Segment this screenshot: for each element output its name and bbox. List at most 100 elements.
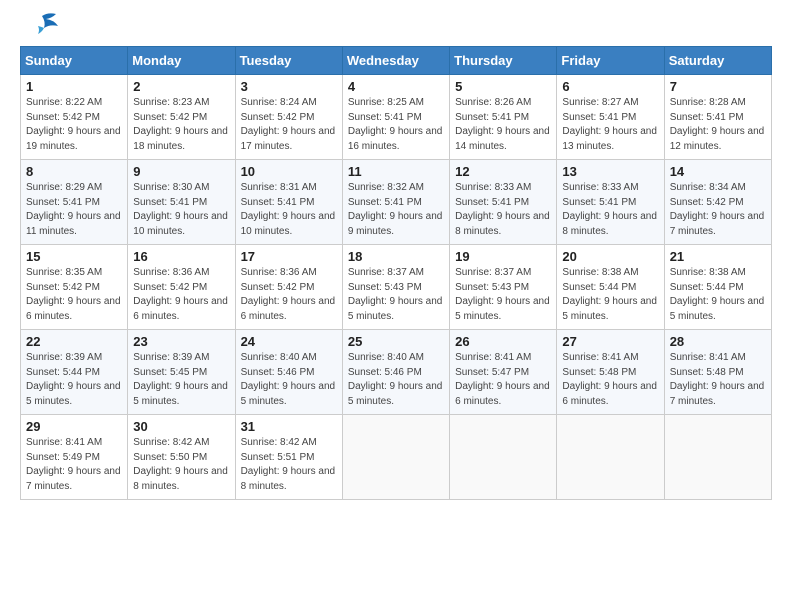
daylight-label: Daylight: 9 hours and 8 minutes. [133,466,228,492]
sunrise-label: Sunrise: 8:41 AM [455,352,531,363]
day-number: 27 [562,334,658,349]
sunset-label: Sunset: 5:42 PM [241,112,315,123]
calendar-empty-cell [557,415,664,500]
logo-bird-icon [24,12,60,40]
sunrise-label: Sunrise: 8:39 AM [133,352,209,363]
day-number: 15 [26,249,122,264]
day-info: Sunrise: 8:39 AM Sunset: 5:45 PM Dayligh… [133,351,229,409]
sunset-label: Sunset: 5:44 PM [562,282,636,293]
daylight-label: Daylight: 9 hours and 13 minutes. [562,126,657,152]
calendar-day-cell: 26 Sunrise: 8:41 AM Sunset: 5:47 PM Dayl… [450,330,557,415]
sunrise-label: Sunrise: 8:41 AM [562,352,638,363]
sunset-label: Sunset: 5:51 PM [241,452,315,463]
calendar-day-cell: 6 Sunrise: 8:27 AM Sunset: 5:41 PM Dayli… [557,75,664,160]
daylight-label: Daylight: 9 hours and 5 minutes. [670,296,765,322]
sunset-label: Sunset: 5:49 PM [26,452,100,463]
day-info: Sunrise: 8:41 AM Sunset: 5:48 PM Dayligh… [670,351,766,409]
sunrise-label: Sunrise: 8:34 AM [670,182,746,193]
day-number: 8 [26,164,122,179]
calendar-day-cell: 17 Sunrise: 8:36 AM Sunset: 5:42 PM Dayl… [235,245,342,330]
col-wednesday: Wednesday [342,47,449,75]
day-info: Sunrise: 8:28 AM Sunset: 5:41 PM Dayligh… [670,96,766,154]
calendar-day-cell: 16 Sunrise: 8:36 AM Sunset: 5:42 PM Dayl… [128,245,235,330]
sunrise-label: Sunrise: 8:25 AM [348,97,424,108]
day-info: Sunrise: 8:33 AM Sunset: 5:41 PM Dayligh… [562,181,658,239]
day-info: Sunrise: 8:42 AM Sunset: 5:51 PM Dayligh… [241,436,337,494]
sunrise-label: Sunrise: 8:22 AM [26,97,102,108]
daylight-label: Daylight: 9 hours and 6 minutes. [455,381,550,407]
sunset-label: Sunset: 5:42 PM [133,282,207,293]
sunrise-label: Sunrise: 8:33 AM [562,182,638,193]
sunset-label: Sunset: 5:48 PM [670,367,744,378]
calendar-week-row: 22 Sunrise: 8:39 AM Sunset: 5:44 PM Dayl… [21,330,772,415]
day-info: Sunrise: 8:33 AM Sunset: 5:41 PM Dayligh… [455,181,551,239]
day-info: Sunrise: 8:35 AM Sunset: 5:42 PM Dayligh… [26,266,122,324]
daylight-label: Daylight: 9 hours and 6 minutes. [133,296,228,322]
sunset-label: Sunset: 5:45 PM [133,367,207,378]
calendar-week-row: 8 Sunrise: 8:29 AM Sunset: 5:41 PM Dayli… [21,160,772,245]
calendar-header-row: Sunday Monday Tuesday Wednesday Thursday… [21,47,772,75]
day-info: Sunrise: 8:42 AM Sunset: 5:50 PM Dayligh… [133,436,229,494]
calendar-day-cell: 19 Sunrise: 8:37 AM Sunset: 5:43 PM Dayl… [450,245,557,330]
day-info: Sunrise: 8:39 AM Sunset: 5:44 PM Dayligh… [26,351,122,409]
calendar-day-cell: 14 Sunrise: 8:34 AM Sunset: 5:42 PM Dayl… [664,160,771,245]
day-number: 17 [241,249,337,264]
calendar-day-cell: 28 Sunrise: 8:41 AM Sunset: 5:48 PM Dayl… [664,330,771,415]
sunrise-label: Sunrise: 8:37 AM [348,267,424,278]
day-number: 28 [670,334,766,349]
day-info: Sunrise: 8:25 AM Sunset: 5:41 PM Dayligh… [348,96,444,154]
col-sunday: Sunday [21,47,128,75]
day-info: Sunrise: 8:32 AM Sunset: 5:41 PM Dayligh… [348,181,444,239]
sunrise-label: Sunrise: 8:35 AM [26,267,102,278]
day-info: Sunrise: 8:29 AM Sunset: 5:41 PM Dayligh… [26,181,122,239]
day-info: Sunrise: 8:38 AM Sunset: 5:44 PM Dayligh… [562,266,658,324]
day-number: 23 [133,334,229,349]
daylight-label: Daylight: 9 hours and 6 minutes. [562,381,657,407]
sunrise-label: Sunrise: 8:36 AM [133,267,209,278]
day-info: Sunrise: 8:40 AM Sunset: 5:46 PM Dayligh… [348,351,444,409]
page: Sunday Monday Tuesday Wednesday Thursday… [0,0,792,516]
calendar-day-cell: 4 Sunrise: 8:25 AM Sunset: 5:41 PM Dayli… [342,75,449,160]
calendar-week-row: 29 Sunrise: 8:41 AM Sunset: 5:49 PM Dayl… [21,415,772,500]
daylight-label: Daylight: 9 hours and 12 minutes. [670,126,765,152]
day-number: 18 [348,249,444,264]
day-info: Sunrise: 8:41 AM Sunset: 5:49 PM Dayligh… [26,436,122,494]
daylight-label: Daylight: 9 hours and 10 minutes. [241,211,336,237]
col-monday: Monday [128,47,235,75]
sunset-label: Sunset: 5:42 PM [241,282,315,293]
sunrise-label: Sunrise: 8:42 AM [241,437,317,448]
day-number: 24 [241,334,337,349]
daylight-label: Daylight: 9 hours and 6 minutes. [26,296,121,322]
day-info: Sunrise: 8:31 AM Sunset: 5:41 PM Dayligh… [241,181,337,239]
calendar-day-cell: 8 Sunrise: 8:29 AM Sunset: 5:41 PM Dayli… [21,160,128,245]
day-info: Sunrise: 8:41 AM Sunset: 5:47 PM Dayligh… [455,351,551,409]
sunset-label: Sunset: 5:41 PM [455,112,529,123]
col-thursday: Thursday [450,47,557,75]
daylight-label: Daylight: 9 hours and 11 minutes. [26,211,121,237]
sunrise-label: Sunrise: 8:27 AM [562,97,638,108]
logo [20,16,60,40]
day-info: Sunrise: 8:36 AM Sunset: 5:42 PM Dayligh… [241,266,337,324]
sunset-label: Sunset: 5:41 PM [133,197,207,208]
sunrise-label: Sunrise: 8:32 AM [348,182,424,193]
sunset-label: Sunset: 5:42 PM [26,112,100,123]
calendar-day-cell: 27 Sunrise: 8:41 AM Sunset: 5:48 PM Dayl… [557,330,664,415]
day-number: 3 [241,79,337,94]
calendar-day-cell: 21 Sunrise: 8:38 AM Sunset: 5:44 PM Dayl… [664,245,771,330]
daylight-label: Daylight: 9 hours and 8 minutes. [455,211,550,237]
sunrise-label: Sunrise: 8:30 AM [133,182,209,193]
day-number: 6 [562,79,658,94]
daylight-label: Daylight: 9 hours and 19 minutes. [26,126,121,152]
day-info: Sunrise: 8:37 AM Sunset: 5:43 PM Dayligh… [455,266,551,324]
day-number: 7 [670,79,766,94]
day-number: 12 [455,164,551,179]
day-number: 30 [133,419,229,434]
calendar-day-cell: 25 Sunrise: 8:40 AM Sunset: 5:46 PM Dayl… [342,330,449,415]
sunrise-label: Sunrise: 8:24 AM [241,97,317,108]
day-number: 5 [455,79,551,94]
day-number: 19 [455,249,551,264]
day-number: 25 [348,334,444,349]
day-number: 29 [26,419,122,434]
sunset-label: Sunset: 5:41 PM [670,112,744,123]
daylight-label: Daylight: 9 hours and 10 minutes. [133,211,228,237]
